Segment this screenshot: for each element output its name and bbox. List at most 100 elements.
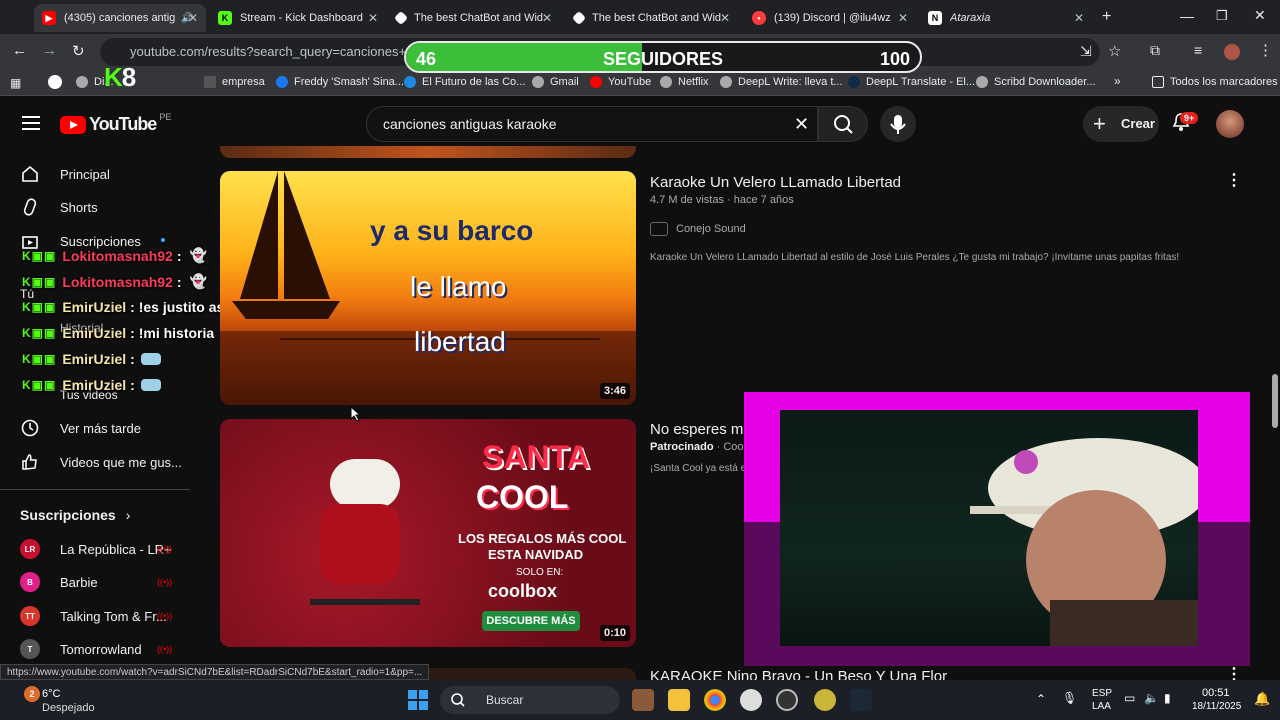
tab-ataraxia[interactable]: N Ataraxia ✕ [920,4,1092,32]
sidebar-sub-la-republica[interactable]: LR La República - LR+ ((•)) [0,532,200,566]
avatar[interactable] [1216,110,1244,138]
clock-time[interactable]: 00:51 [1202,687,1230,699]
tab-kick-dashboard[interactable]: K Stream - Kick Dashboard ✕ [210,4,386,32]
app-icon[interactable] [776,689,798,711]
channel-name[interactable]: Conejo Sound [676,223,746,235]
sidebar-sub-tomorrowland[interactable]: T Tomorrowland ((•)) [0,632,200,666]
bookmark-item[interactable]: El Futuro de las Co... [404,76,525,88]
back-icon[interactable]: ← [12,42,27,59]
minimize-icon[interactable]: — [1180,8,1194,24]
file-explorer-icon[interactable] [668,689,690,711]
scrollbar-thumb[interactable] [1272,374,1278,428]
bookmark-item[interactable]: YouTube [590,76,651,88]
tab-chatbot-1[interactable]: The best ChatBot and Wid ✕ [388,4,560,32]
close-tab-icon[interactable]: ✕ [368,11,378,25]
tab-label: The best ChatBot and Wid [414,12,544,24]
close-window-icon[interactable]: ✕ [1254,7,1266,24]
bookmark-label: DeepL Translate - El... [866,76,976,88]
maximize-icon[interactable]: ❐ [1216,8,1228,24]
sidebar-divider [0,489,190,490]
sidebar-item-principal[interactable]: Principal [0,157,200,191]
globe-icon [532,76,544,88]
sidebar-item-label: Principal [60,166,110,182]
steam-icon[interactable] [850,689,872,711]
tab-youtube[interactable]: ▶ (4305) canciones antig 🔊 ✕ [34,4,206,32]
battery-icon[interactable]: ▮ [1164,691,1171,705]
search-button[interactable] [818,106,868,142]
previous-result-thumbnail[interactable] [220,146,636,158]
keyboard-language[interactable]: ESP [1092,688,1112,699]
profile-icon[interactable] [1224,44,1240,60]
tab-discord[interactable]: • (139) Discord | @ilu4wz ✕ [744,4,916,32]
live-icon: ((•)) [157,577,173,587]
webcam-feed [780,410,1198,646]
bookmark-item[interactable]: Scribd Downloader... [976,76,1096,88]
obs-icon[interactable] [740,689,762,711]
people-app-icon[interactable] [632,689,654,711]
ad-thumbnail[interactable]: SANTA COOL LOS REGALOS MÁS COOL ESTA NAV… [220,419,636,647]
bookmark-item[interactable]: Gmail [532,76,579,88]
bookmark-item[interactable]: empresa [204,76,265,88]
sidebar-item-ver-mas-tarde[interactable]: Ver más tarde [0,411,200,445]
video-title[interactable]: Karaoke Un Velero LLamado Libertad [650,174,901,191]
keyboard-layout[interactable]: LAA [1092,701,1111,712]
all-bookmarks[interactable]: Todos los marcadores [1152,76,1278,88]
microphone-tray-icon[interactable]: 🎙 [1062,691,1077,705]
channel-row[interactable]: Conejo Sound [650,222,746,236]
clear-search-icon[interactable]: ✕ [794,114,809,135]
menu-icon[interactable] [22,116,40,130]
forward-icon[interactable]: → [42,42,57,59]
taskbar-search-label: Buscar [486,693,524,707]
bookmark-item[interactable]: Netflix [660,76,709,88]
bookmark-star-icon[interactable]: ☆ [1108,42,1121,60]
mouse-cursor-icon [350,406,362,422]
scrollbar[interactable] [1270,100,1280,680]
close-tab-icon[interactable]: ✕ [1074,11,1084,25]
close-tab-icon[interactable]: ✕ [720,11,730,25]
channel-avatar: B [20,572,40,592]
subscriptions-header[interactable]: Suscripciones › [20,507,130,523]
search-input[interactable]: canciones antiguas karaoke [366,106,818,142]
channel-avatar: LR [20,539,40,559]
close-tab-icon[interactable]: ✕ [898,11,908,25]
windows-start-icon[interactable] [408,690,428,710]
more-options-icon[interactable]: ⋮ [1226,170,1242,190]
windows-taskbar: 2 6°C Despejado Buscar ⌃ 🎙 ESP LAA ▭ 🔈 ▮… [0,680,1280,720]
youtube-logo[interactable]: YouTube PE [60,112,171,135]
new-tab-icon[interactable]: + [1102,8,1111,26]
more-bookmarks-icon[interactable]: » [1114,74,1121,88]
sidebar-sub-barbie[interactable]: B Barbie ((•)) [0,565,200,599]
bookmark-item[interactable]: DeepL Write: lleva t... [720,76,843,88]
sidebar-sub-talking-tom[interactable]: TT Talking Tom & Fr... ((•)) [0,599,200,633]
bookmark-item[interactable]: Freddy 'Smash' Sina... [276,76,404,88]
voice-search-button[interactable] [880,106,916,142]
tray-expand-icon[interactable]: ⌃ [1036,692,1046,706]
volume-icon[interactable]: 🔈 [1144,691,1159,705]
media-icon[interactable]: ≡ [1194,42,1202,58]
create-button[interactable]: + Crear [1083,106,1159,142]
bookmark-label: Freddy 'Smash' Sina... [294,76,404,88]
app-icon[interactable] [814,689,836,711]
reload-icon[interactable]: ↻ [72,42,85,60]
notifications-center-icon[interactable]: 🔔 [1254,691,1270,707]
taskbar-search[interactable]: Buscar [440,686,620,714]
apps-icon[interactable]: ▦ [10,76,21,90]
chrome-icon[interactable] [704,689,726,711]
close-tab-icon[interactable]: ✕ [542,11,552,25]
clock-date[interactable]: 18/11/2025 [1192,701,1241,712]
tab-chatbot-2[interactable]: The best ChatBot and Wid ✕ [566,4,738,32]
extensions-icon[interactable]: ⧉ [1150,42,1160,59]
sidebar-item-shorts[interactable]: Shorts [0,190,200,224]
bookmark-item[interactable]: DeepL Translate - El... [848,76,975,88]
google-icon[interactable] [48,75,62,89]
sidebar-item-liked-videos[interactable]: Videos que me gus... [0,445,200,479]
video-thumbnail[interactable]: y a su barco le llamo libertad 3:46 [220,171,636,405]
install-icon[interactable]: ⇲ [1080,43,1092,60]
network-icon[interactable]: ▭ [1124,691,1135,705]
ad-title[interactable]: No esperes m [650,421,743,438]
webcam-overlay [744,392,1250,666]
like-icon [22,454,37,470]
menu-dots-icon[interactable]: ⋮ [1258,41,1273,59]
close-tab-icon[interactable]: ✕ [188,11,198,25]
sponsor-row: Patrocinado · Coolb [650,441,753,453]
